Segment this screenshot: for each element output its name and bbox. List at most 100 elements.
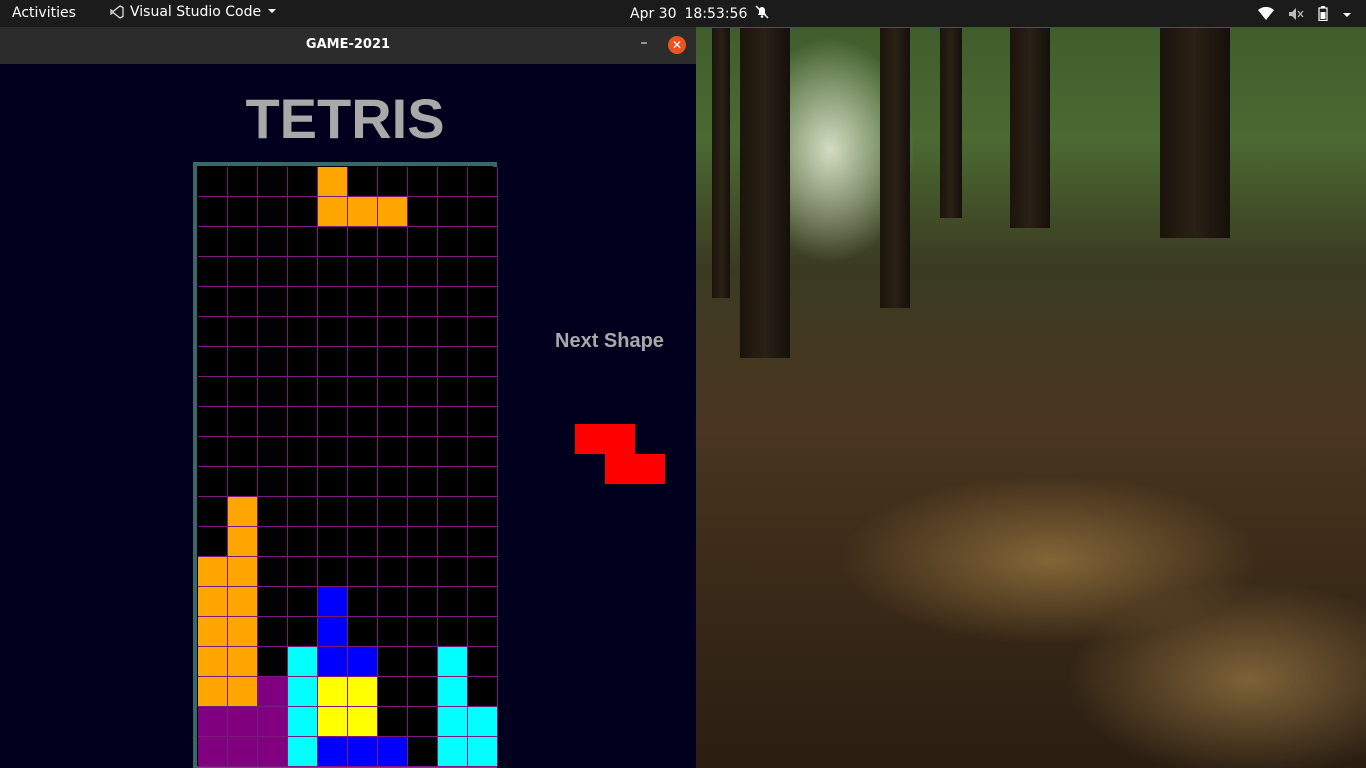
- empty-cell: [258, 317, 288, 347]
- empty-cell: [258, 347, 288, 377]
- empty-cell: [228, 287, 258, 317]
- empty-cell: [408, 707, 438, 737]
- empty-cell: [438, 197, 468, 227]
- empty-cell: [318, 497, 348, 527]
- block-cell: [438, 647, 468, 677]
- empty-cell: [438, 467, 468, 497]
- empty-cell: [468, 317, 498, 347]
- empty-cell: [438, 347, 468, 377]
- empty-cell: [318, 347, 348, 377]
- empty-cell: [468, 167, 498, 197]
- empty-cell: [468, 347, 498, 377]
- empty-cell: [318, 257, 348, 287]
- empty-cell: [378, 437, 408, 467]
- empty-cell: [348, 467, 378, 497]
- empty-cell: [258, 497, 288, 527]
- empty-cell: [198, 377, 228, 407]
- empty-cell: [468, 287, 498, 317]
- empty-cell: [288, 287, 318, 317]
- empty-cell: [468, 527, 498, 557]
- clock[interactable]: Apr 30 18:53:56: [630, 5, 769, 23]
- empty-cell: [228, 257, 258, 287]
- empty-cell: [438, 407, 468, 437]
- empty-cell: [348, 377, 378, 407]
- empty-cell: [258, 167, 288, 197]
- chevron-down-icon: [267, 4, 277, 20]
- game-canvas[interactable]: TETRIS Next Shape: [0, 64, 696, 768]
- block-cell: [348, 737, 378, 767]
- empty-cell: [378, 497, 408, 527]
- date: Apr 30: [630, 6, 677, 22]
- empty-cell: [378, 527, 408, 557]
- empty-cell: [468, 617, 498, 647]
- empty-cell: [198, 437, 228, 467]
- empty-cell: [378, 617, 408, 647]
- empty-cell: [468, 377, 498, 407]
- system-tray[interactable]: [1258, 6, 1352, 25]
- empty-cell: [378, 557, 408, 587]
- next-shape-block: [575, 424, 605, 454]
- block-cell: [228, 737, 258, 767]
- empty-cell: [198, 467, 228, 497]
- empty-cell: [228, 167, 258, 197]
- minimize-button[interactable]: –: [636, 35, 652, 55]
- empty-cell: [288, 377, 318, 407]
- activities-button[interactable]: Activities: [12, 5, 76, 21]
- empty-cell: [408, 317, 438, 347]
- empty-cell: [288, 437, 318, 467]
- block-cell: [318, 167, 348, 197]
- empty-cell: [438, 527, 468, 557]
- empty-cell: [408, 167, 438, 197]
- empty-cell: [408, 227, 438, 257]
- empty-cell: [378, 257, 408, 287]
- empty-cell: [228, 377, 258, 407]
- empty-cell: [198, 347, 228, 377]
- empty-cell: [258, 407, 288, 437]
- wifi-icon: [1258, 6, 1274, 25]
- empty-cell: [468, 587, 498, 617]
- empty-cell: [408, 677, 438, 707]
- empty-cell: [468, 647, 498, 677]
- empty-cell: [408, 527, 438, 557]
- empty-cell: [468, 557, 498, 587]
- window-title: GAME-2021: [305, 37, 391, 52]
- empty-cell: [258, 617, 288, 647]
- empty-cell: [468, 257, 498, 287]
- empty-cell: [408, 377, 438, 407]
- block-cell: [378, 197, 408, 227]
- block-cell: [318, 707, 348, 737]
- empty-cell: [318, 527, 348, 557]
- empty-cell: [228, 227, 258, 257]
- empty-cell: [288, 617, 318, 647]
- block-cell: [198, 557, 228, 587]
- window-titlebar[interactable]: GAME-2021 – ✕: [0, 27, 696, 64]
- empty-cell: [228, 317, 258, 347]
- empty-cell: [378, 407, 408, 437]
- block-cell: [228, 677, 258, 707]
- empty-cell: [288, 557, 318, 587]
- block-cell: [468, 737, 498, 767]
- block-cell: [228, 587, 258, 617]
- empty-cell: [468, 197, 498, 227]
- empty-cell: [408, 407, 438, 437]
- empty-cell: [378, 167, 408, 197]
- empty-cell: [198, 197, 228, 227]
- app-menu[interactable]: Visual Studio Code: [110, 4, 277, 20]
- empty-cell: [348, 587, 378, 617]
- empty-cell: [408, 467, 438, 497]
- close-button[interactable]: ✕: [668, 36, 686, 54]
- block-cell: [348, 197, 378, 227]
- empty-cell: [378, 647, 408, 677]
- empty-cell: [468, 497, 498, 527]
- empty-cell: [288, 227, 318, 257]
- block-cell: [228, 527, 258, 557]
- empty-cell: [408, 287, 438, 317]
- empty-cell: [318, 437, 348, 467]
- empty-cell: [198, 497, 228, 527]
- empty-cell: [438, 497, 468, 527]
- block-cell: [258, 707, 288, 737]
- empty-cell: [288, 407, 318, 437]
- empty-cell: [198, 167, 228, 197]
- chevron-down-icon: [1342, 8, 1352, 24]
- empty-cell: [438, 617, 468, 647]
